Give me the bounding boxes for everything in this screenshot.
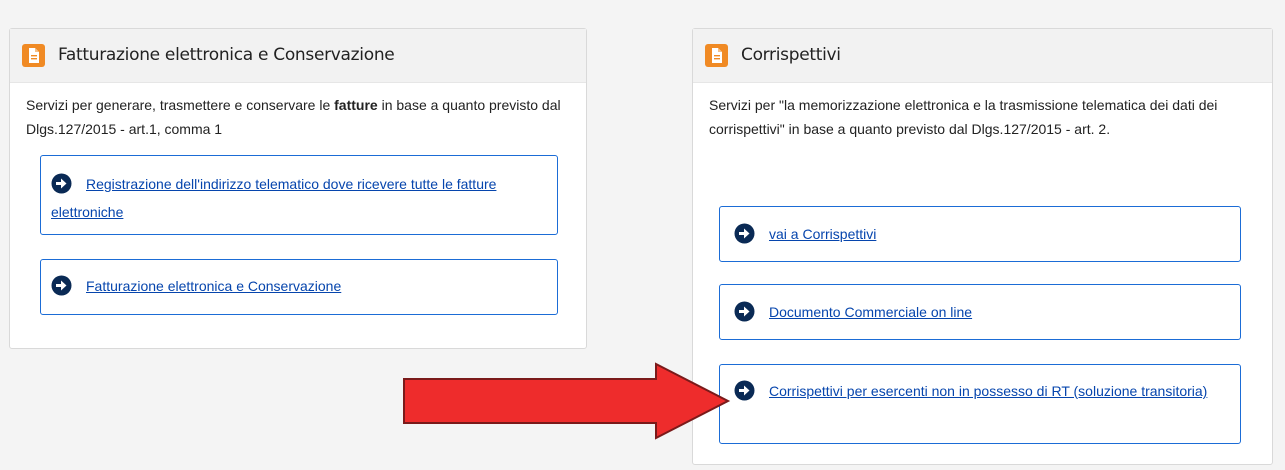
- corrispettivi-esercenti-rt-link[interactable]: Corrispettivi per esercenti non in posse…: [769, 383, 1207, 399]
- red-arrow-icon: [403, 362, 731, 440]
- fatturazione-conservazione-link[interactable]: Fatturazione elettronica e Conservazione: [86, 278, 341, 294]
- circle-arrow-right-icon: [51, 173, 72, 194]
- panel-title: Corrispettivi: [741, 45, 841, 65]
- document-icon: [22, 44, 45, 67]
- link-box-vai-corrispettivi[interactable]: vai a Corrispettivi: [719, 206, 1241, 262]
- circle-arrow-right-icon: [51, 275, 72, 296]
- circle-arrow-right-icon: [734, 223, 755, 244]
- link-box-registrazione[interactable]: Registrazione dell'indirizzo telematico …: [40, 155, 558, 235]
- link-box-fatturazione[interactable]: Fatturazione elettronica e Conservazione: [40, 259, 558, 315]
- desc-bold-text: fatture: [334, 97, 378, 113]
- panel-description: Servizi per "la memorizzazione elettroni…: [709, 97, 1218, 137]
- vai-a-corrispettivi-link[interactable]: vai a Corrispettivi: [769, 226, 876, 242]
- registrazione-indirizzo-link[interactable]: Registrazione dell'indirizzo telematico …: [51, 176, 496, 220]
- circle-arrow-right-icon: [734, 301, 755, 322]
- fatturazione-panel: Fatturazione elettronica e Conservazione…: [9, 28, 587, 349]
- document-icon: [705, 44, 728, 67]
- panel-description: Servizi per generare, trasmettere e cons…: [26, 93, 566, 141]
- link-box-esercenti-rt[interactable]: Corrispettivi per esercenti non in posse…: [719, 364, 1241, 444]
- panel-header: Fatturazione elettronica e Conservazione: [10, 29, 586, 83]
- panel-header: Corrispettivi: [693, 29, 1272, 83]
- corrispettivi-panel: Corrispettivi Servizi per "la memorizzaz…: [692, 28, 1273, 465]
- desc-text: Servizi per generare, trasmettere e cons…: [26, 97, 335, 113]
- link-box-documento-commerciale[interactable]: Documento Commerciale on line: [719, 284, 1241, 340]
- circle-arrow-right-icon: [734, 380, 755, 401]
- panel-title: Fatturazione elettronica e Conservazione: [58, 45, 395, 65]
- documento-commerciale-link[interactable]: Documento Commerciale on line: [769, 304, 972, 320]
